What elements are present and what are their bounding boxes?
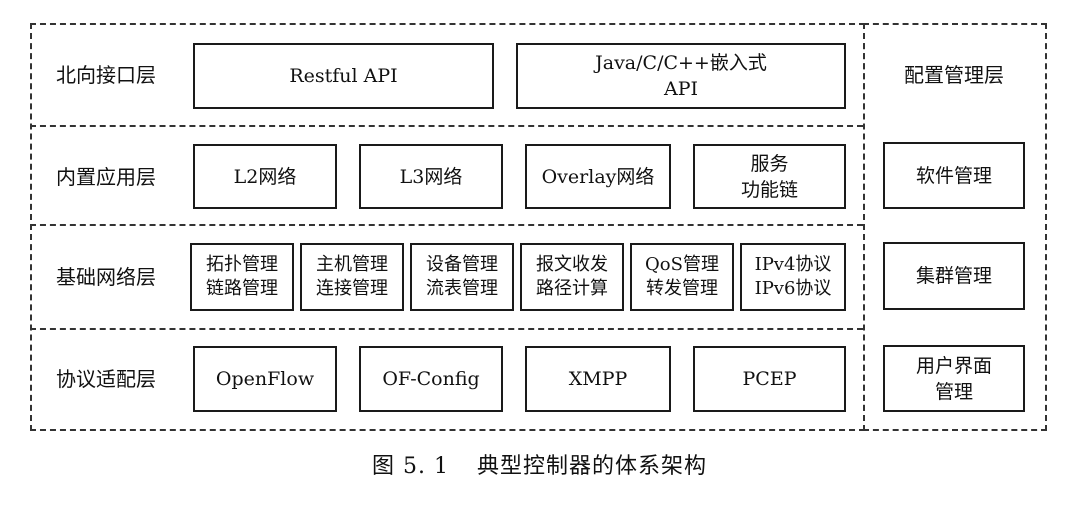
box-line: IPv6协议	[754, 278, 832, 299]
packet-path-box: 报文收发 路径计算	[520, 243, 624, 311]
layer-label-builtin-app: 内置应用层	[56, 165, 156, 189]
figure-number: 图 5. 1	[372, 454, 449, 479]
host-connection-mgmt-box: 主机管理 连接管理	[300, 243, 404, 311]
box-line: IPv4协议	[754, 254, 832, 275]
overlay-network-box: Overlay网络	[525, 144, 671, 209]
ui-mgmt-box: 用户界面 管理	[883, 345, 1025, 412]
box-line: 软件管理	[915, 164, 992, 187]
of-config-box: OF-Config	[359, 346, 503, 412]
box-line: 报文收发	[536, 254, 608, 275]
topology-link-mgmt-box: 拓扑管理 链路管理	[190, 243, 294, 311]
figure-title: 典型控制器的体系架构	[476, 454, 707, 479]
qos-forwarding-mgmt-box: QoS管理 转发管理	[630, 243, 734, 311]
xmpp-box: XMPP	[525, 346, 671, 412]
box-line: 路径计算	[536, 278, 608, 299]
software-mgmt-box: 软件管理	[883, 142, 1025, 209]
box-line: 服务	[750, 152, 789, 175]
box-line: 转发管理	[646, 278, 718, 299]
box-line: XMPP	[568, 368, 628, 390]
layer-label-base-network: 基础网络层	[56, 265, 156, 289]
restful-api-box: Restful API	[193, 43, 494, 109]
box-line: 主机管理	[316, 254, 388, 275]
pcep-box: PCEP	[693, 346, 846, 412]
box-line: L3网络	[399, 165, 463, 188]
box-line: 拓扑管理	[206, 254, 278, 275]
box-line: PCEP	[742, 368, 797, 390]
box-line: L2网络	[233, 165, 297, 188]
service-function-chain-box: 服务 功能链	[693, 144, 846, 209]
figure-caption: 图 5. 1 典型控制器的体系架构	[0, 453, 1079, 481]
box-line: Overlay网络	[541, 165, 655, 188]
config-panel-title: 配置管理层	[904, 63, 1004, 87]
device-flowtable-mgmt-box: 设备管理 流表管理	[410, 243, 514, 311]
l3-network-box: L3网络	[359, 144, 503, 209]
openflow-box: OpenFlow	[193, 346, 337, 412]
cluster-mgmt-box: 集群管理	[883, 242, 1025, 310]
l2-network-box: L2网络	[193, 144, 337, 209]
box-line: 链路管理	[206, 278, 278, 299]
box-line: 功能链	[740, 178, 798, 201]
box-line: 设备管理	[426, 254, 498, 275]
box-line: QoS管理	[645, 254, 719, 275]
ipv4-ipv6-protocol-box: IPv4协议 IPv6协议	[740, 243, 846, 311]
layer-label-protocol-adapter: 协议适配层	[56, 367, 156, 391]
box-line: OF-Config	[382, 368, 480, 390]
box-line: 管理	[934, 380, 973, 403]
box-line: Java/C/C++嵌入式	[595, 52, 767, 74]
box-line: 连接管理	[316, 278, 388, 299]
box-line: Restful API	[289, 65, 398, 87]
box-line: 集群管理	[915, 265, 992, 287]
layer-label-northbound: 北向接口层	[56, 63, 156, 87]
box-line: OpenFlow	[215, 368, 315, 390]
box-line: API	[663, 78, 698, 100]
box-line: 流表管理	[426, 278, 498, 299]
box-line: 用户界面	[915, 354, 992, 377]
embedded-api-box: Java/C/C++嵌入式 API	[516, 43, 846, 109]
